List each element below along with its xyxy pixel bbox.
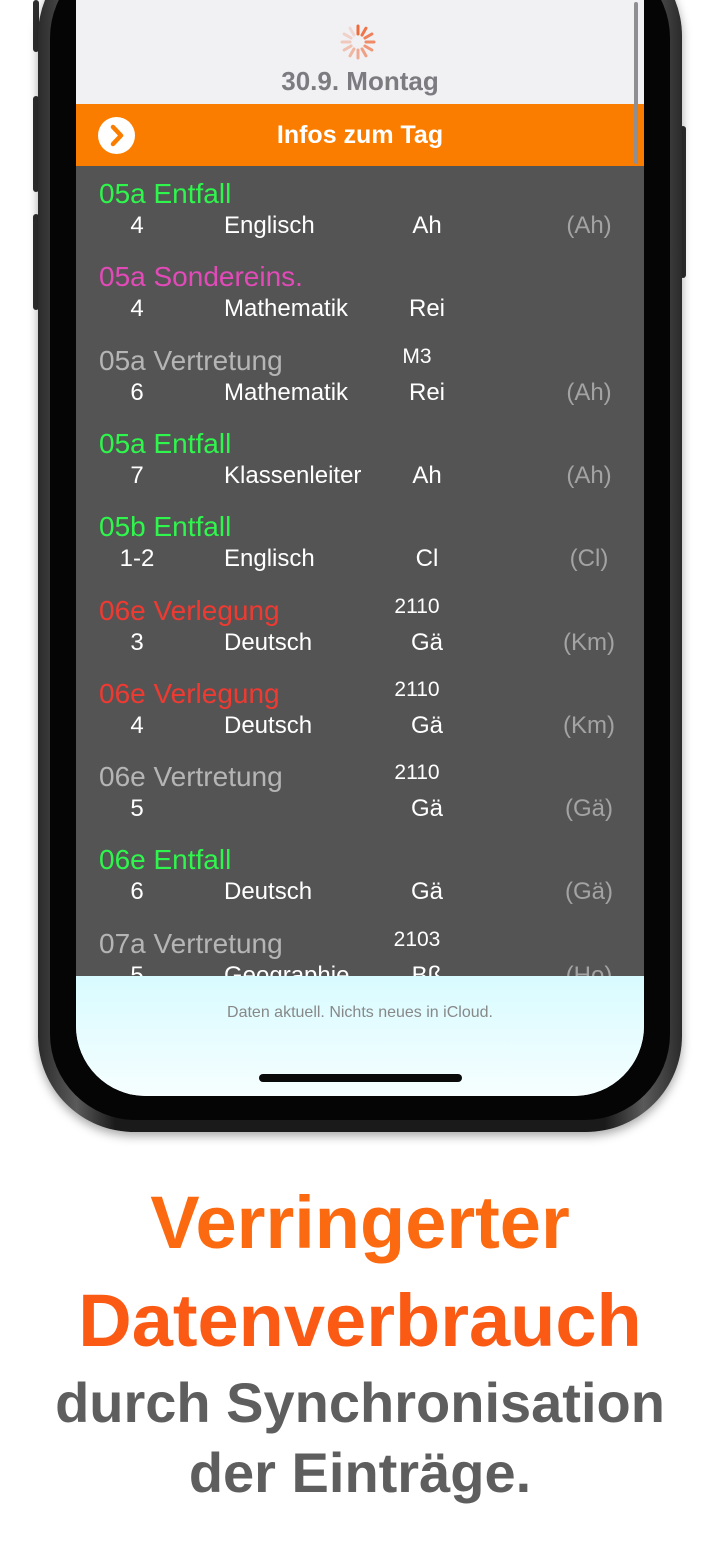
entry-type: Entfall <box>153 844 232 875</box>
list-item[interactable]: 05a Entfall 7 Klassenleiter Ah (Ah) <box>76 416 644 499</box>
entry-type: Entfall <box>153 428 232 459</box>
entry-class: 05a <box>99 178 146 209</box>
subline-line-1: durch Synchronisation <box>55 1371 665 1434</box>
entry-type: Entfall <box>153 511 232 542</box>
entry-type: Vertretung <box>153 345 283 376</box>
entry-room: 2110 <box>394 595 440 618</box>
entry-period: 4 <box>130 212 144 239</box>
entry-title: 05a Vertretung <box>99 345 283 377</box>
entry-class: 06e <box>99 761 146 792</box>
entry-period: 1-2 <box>119 545 155 572</box>
list-item[interactable]: 07a Vertretung 2103 5 Geographie Bß (Ho) <box>76 916 644 976</box>
entry-class: 06e <box>99 844 146 875</box>
entry-subject: Deutsch <box>224 878 313 905</box>
entry-type: Sondereins. <box>153 261 303 292</box>
headline-line-2: Datenverbrauch <box>78 1279 642 1362</box>
entry-original-teacher: (Ah) <box>566 379 612 406</box>
date-label: 30.9. Montag <box>281 66 439 96</box>
loading-spinner-icon <box>340 24 376 60</box>
entry-teacher: Rei <box>408 379 445 406</box>
entry-period: 4 <box>130 295 144 322</box>
entry-teacher: Rei <box>408 295 445 322</box>
sync-status-bar: Daten aktuell. Nichts neues in iCloud. <box>76 976 644 1096</box>
list-item[interactable]: 06e Entfall 6 Deutsch Gä (Gä) <box>76 832 644 915</box>
list-item[interactable]: 05a Vertretung M3 6 Mathematik Rei (Ah) <box>76 333 644 416</box>
entry-room: 2110 <box>394 761 440 784</box>
entry-subject: Mathematik <box>224 295 349 322</box>
entry-class: 05b <box>99 511 146 542</box>
entry-title: 06e Verlegung <box>99 678 280 710</box>
day-header: 30.9. Montag <box>76 0 644 104</box>
entry-original-teacher: (Ho) <box>565 962 613 976</box>
entry-subject: Klassenleiter <box>224 462 362 489</box>
entry-period: 6 <box>130 878 144 905</box>
entry-teacher: Gä <box>410 795 443 822</box>
entry-type: Vertretung <box>153 761 283 792</box>
list-item[interactable]: 05b Entfall 1-2 Englisch Cl (Cl) <box>76 499 644 582</box>
home-indicator[interactable] <box>259 1074 462 1082</box>
list-item[interactable]: 05a Entfall 4 Englisch Ah (Ah) <box>76 166 644 249</box>
entry-subject: Geographie <box>224 962 350 976</box>
entry-room: 2110 <box>394 678 440 701</box>
entry-class: 06e <box>99 678 146 709</box>
list-item[interactable]: 05a Sondereins. 4 Mathematik Rei <box>76 249 644 332</box>
entry-period: 5 <box>130 962 144 976</box>
entry-class: 06e <box>99 595 146 626</box>
entry-title: 05b Entfall <box>99 511 231 543</box>
list-item[interactable]: 06e Vertretung 2110 5 Gä (Gä) <box>76 749 644 832</box>
entry-subject: Deutsch <box>224 629 313 656</box>
entry-teacher: Ah <box>412 212 442 239</box>
entry-teacher: Ah <box>412 462 442 489</box>
entry-period: 3 <box>130 629 144 656</box>
entry-period: 6 <box>130 379 144 406</box>
entry-period: 4 <box>130 712 144 739</box>
day-info-title: Infos zum Tag <box>276 121 444 149</box>
entry-title: 07a Vertretung <box>99 928 283 960</box>
entry-class: 05a <box>99 345 146 376</box>
entry-original-teacher: (Gä) <box>565 795 613 822</box>
entry-type: Vertretung <box>153 928 283 959</box>
entry-subject: Englisch <box>224 545 315 572</box>
entry-room: M3 <box>402 345 432 368</box>
sync-status-text: Daten aktuell. Nichts neues in iCloud. <box>227 1004 493 1021</box>
entry-title: 05a Entfall <box>99 178 231 210</box>
entry-title: 05a Sondereins. <box>99 261 303 293</box>
entry-period: 5 <box>130 795 144 822</box>
entry-teacher: Cl <box>415 545 439 572</box>
entry-type: Verlegung <box>153 678 280 709</box>
entry-title: 06e Vertretung <box>99 761 283 793</box>
entry-subject: Englisch <box>224 212 315 239</box>
entry-original-teacher: (Km) <box>563 712 615 739</box>
entry-subject: Mathematik <box>224 379 349 406</box>
substitution-list[interactable]: 05a Entfall 4 Englisch Ah (Ah) 05a Sondereins… <box>76 166 644 976</box>
list-item[interactable]: 06e Verlegung 2110 4 Deutsch Gä (Km) <box>76 666 644 749</box>
entry-class: 05a <box>99 261 146 292</box>
entry-type: Verlegung <box>153 595 280 626</box>
entry-original-teacher: (Ah) <box>566 462 612 489</box>
entry-original-teacher: (Km) <box>563 629 615 656</box>
entry-room: 2103 <box>393 928 441 951</box>
entry-subject: Deutsch <box>224 712 313 739</box>
scroll-indicator[interactable] <box>634 2 638 164</box>
entry-original-teacher: (Cl) <box>569 545 609 572</box>
entry-title: 06e Verlegung <box>99 595 280 627</box>
entry-teacher: Gä <box>410 712 443 739</box>
entry-title: 06e Entfall <box>99 844 231 876</box>
subline-line-2: der Einträge. <box>188 1441 532 1504</box>
entry-period: 7 <box>130 462 144 489</box>
entry-original-teacher: (Gä) <box>565 878 613 905</box>
headline-line-1: Verringerter <box>150 1181 570 1264</box>
entry-type: Entfall <box>153 178 232 209</box>
app-screen: 30.9. Montag Infos zum Tag 05a Entfall 4 E… <box>76 0 644 1096</box>
entry-teacher: Gä <box>410 878 443 905</box>
entry-teacher: Gä <box>410 629 443 656</box>
entry-original-teacher: (Ah) <box>566 212 612 239</box>
entry-class: 07a <box>99 928 146 959</box>
entry-class: 05a <box>99 428 146 459</box>
entry-teacher: Bß <box>411 962 443 976</box>
entry-title: 05a Entfall <box>99 428 231 460</box>
list-item[interactable]: 06e Verlegung 2110 3 Deutsch Gä (Km) <box>76 583 644 666</box>
day-info-bar[interactable]: Infos zum Tag <box>76 104 644 166</box>
